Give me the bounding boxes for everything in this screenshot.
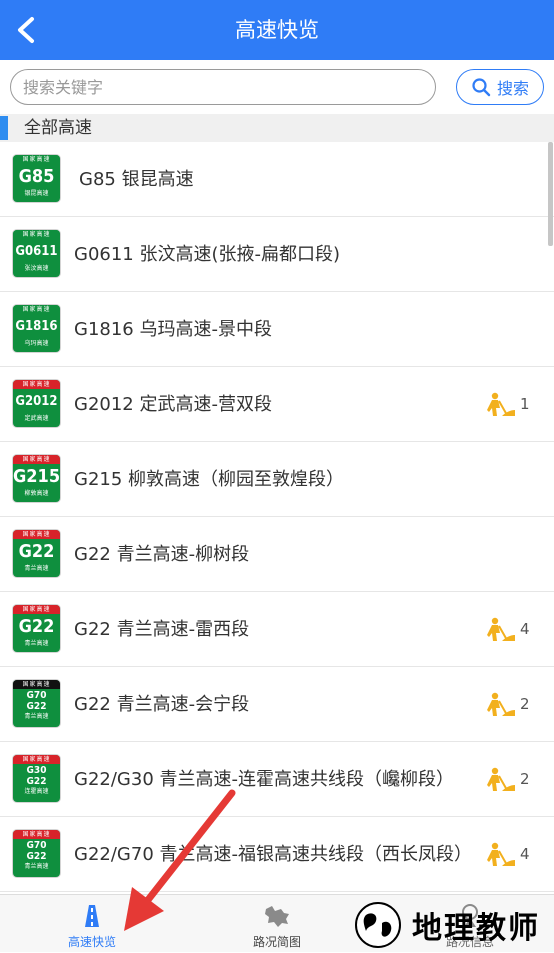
shield-sub-label: 青兰高速	[24, 863, 49, 870]
bottom-nav: 高速快览 路况简图 路况信息	[0, 894, 554, 952]
road-name: G85 银昆高速	[79, 168, 194, 190]
road-name: G0611 张汶高速(张掖-扁都口段)	[74, 243, 341, 265]
highway-shield-icon: 国家高速 G22 青兰高速	[12, 604, 61, 653]
shield-code: G2012	[15, 394, 58, 409]
road-row[interactable]: 国家高速 G0611 张汶高速 G0611 张汶高速(张掖-扁都口段)	[0, 217, 554, 292]
road-name: G22/G70 青兰高速-福银高速共线段（西长凤段）	[74, 843, 472, 865]
shield-top-label: 国家高速	[13, 155, 60, 164]
road-work-icon	[487, 392, 515, 416]
highway-shield-icon: 国家高速 G2012 定武高速	[12, 379, 61, 428]
highway-shield-icon: 国家高速 G85 银昆高速	[12, 154, 61, 203]
incident-count: 4	[520, 620, 530, 638]
road-row[interactable]: 国家高速 G70 G22 青兰高速 G22/G70 青兰高速-福银高速共线段（西长凤段…	[0, 817, 554, 892]
shield-top-label: 国家高速	[13, 605, 60, 614]
nav-label: 高速快览	[67, 935, 116, 949]
shield-top-label: 国家高速	[13, 680, 60, 689]
shield-code: G215	[13, 466, 61, 487]
shield-top-label: 国家高速	[13, 755, 60, 764]
nav-item-highway-overview[interactable]: 高速快览	[22, 895, 162, 953]
shield-sub-label: 青兰高速	[24, 640, 49, 647]
search-input[interactable]	[10, 69, 436, 105]
shield-top-label: 国家高速	[13, 305, 60, 314]
search-icon	[472, 78, 491, 97]
road-row[interactable]: 国家高速 G2012 定武高速 G2012 定武高速-营双段 1	[0, 367, 554, 442]
nav-label: 路况简图	[252, 935, 301, 949]
section-header: 全部高速	[0, 114, 554, 142]
road-row[interactable]: 国家高速 G215 柳敦高速 G215 柳敦高速（柳园至敦煌段）	[0, 442, 554, 517]
top-bar: 高速快览	[0, 0, 554, 60]
shield-top-label: 国家高速	[13, 530, 60, 539]
shield-top-label: 国家高速	[13, 230, 60, 239]
road-name: G22 青兰高速-会宁段	[74, 693, 250, 715]
shield-code: G70 G22	[26, 690, 47, 712]
road-row[interactable]: 国家高速 G1816 乌玛高速 G1816 乌玛高速-景中段	[0, 292, 554, 367]
road-name: G215 柳敦高速（柳园至敦煌段）	[74, 468, 345, 490]
shield-sub-label: 银昆高速	[24, 190, 49, 197]
road-row[interactable]: 国家高速 G22 青兰高速 G22 青兰高速-雷西段 4	[0, 592, 554, 667]
shield-sub-label: 青兰高速	[24, 565, 49, 572]
nav-item-traffic-info[interactable]: 路况信息	[400, 895, 540, 953]
highway-shield-icon: 国家高速 G22 青兰高速	[12, 529, 61, 578]
search-bar: 搜索	[0, 60, 554, 114]
nav-label: 路况信息	[445, 935, 494, 949]
shield-code: G22	[18, 541, 55, 562]
road-list: 国家高速 G85 银昆高速 G85 银昆高速 国家高速 G0611 张汶高速 G0611 张汶…	[0, 142, 554, 894]
road-work-icon	[487, 617, 515, 641]
highway-shield-icon: 国家高速 G30 G22 连霍高速	[12, 754, 61, 803]
shield-sub-label: 连霍高速	[24, 788, 49, 795]
shield-top-label: 国家高速	[13, 830, 60, 839]
road-name: G22 青兰高速-雷西段	[74, 618, 250, 640]
road-work-icon	[487, 842, 515, 866]
shield-sub-label: 柳敦高速	[24, 490, 49, 497]
road-work-icon	[487, 692, 515, 716]
shield-code: G0611	[15, 244, 58, 259]
shield-code: G70 G22	[26, 840, 47, 862]
shield-code: G22	[18, 616, 55, 637]
shield-sub-label: 乌玛高速	[24, 340, 49, 347]
section-title: 全部高速	[24, 118, 92, 138]
page-title: 高速快览	[235, 18, 319, 42]
highway-shield-icon: 国家高速 G215 柳敦高速	[12, 454, 61, 503]
shield-sub-label: 定武高速	[24, 415, 49, 422]
shield-top-label: 国家高速	[13, 455, 60, 464]
road-row[interactable]: 国家高速 G22 青兰高速 G22 青兰高速-柳树段	[0, 517, 554, 592]
highway-shield-icon: 国家高速 G0611 张汶高速	[12, 229, 61, 278]
search-button-label: 搜索	[496, 79, 529, 98]
shield-top-label: 国家高速	[13, 380, 60, 389]
incident-count: 2	[520, 695, 530, 713]
section-accent	[0, 116, 8, 140]
road-name: G22/G30 青兰高速-连霍高速共线段（巉柳段）	[74, 768, 454, 790]
road-row[interactable]: 国家高速 G70 G22 青兰高速 G22 青兰高速-会宁段 2	[0, 667, 554, 742]
road-name: G22 青兰高速-柳树段	[74, 543, 250, 565]
road-row[interactable]: 国家高速 G85 银昆高速 G85 银昆高速	[0, 142, 554, 217]
shield-sub-label: 青兰高速	[24, 713, 49, 720]
map-icon	[265, 906, 289, 927]
highway-shield-icon: 国家高速 G70 G22 青兰高速	[12, 679, 61, 728]
incident-count: 1	[520, 395, 530, 413]
road-icon	[85, 905, 99, 927]
incident-count: 2	[520, 770, 530, 788]
info-icon	[462, 904, 478, 927]
highway-shield-icon: 国家高速 G70 G22 青兰高速	[12, 829, 61, 878]
shield-code: G30 G22	[26, 765, 47, 787]
shield-sub-label: 张汶高速	[24, 265, 49, 272]
search-button[interactable]: 搜索	[456, 69, 544, 105]
road-row[interactable]: 国家高速 G30 G22 连霍高速 G22/G30 青兰高速-连霍高速共线段（巉柳段）…	[0, 742, 554, 817]
road-name: G2012 定武高速-营双段	[74, 393, 272, 415]
nav-item-traffic-map[interactable]: 路况简图	[207, 895, 347, 953]
highway-shield-icon: 国家高速 G1816 乌玛高速	[12, 304, 61, 353]
road-work-icon	[487, 767, 515, 791]
shield-code: G1816	[15, 319, 58, 334]
scrollbar[interactable]	[548, 142, 553, 246]
road-name: G1816 乌玛高速-景中段	[74, 318, 272, 340]
incident-count: 4	[520, 845, 530, 863]
shield-code: G85	[18, 166, 55, 187]
